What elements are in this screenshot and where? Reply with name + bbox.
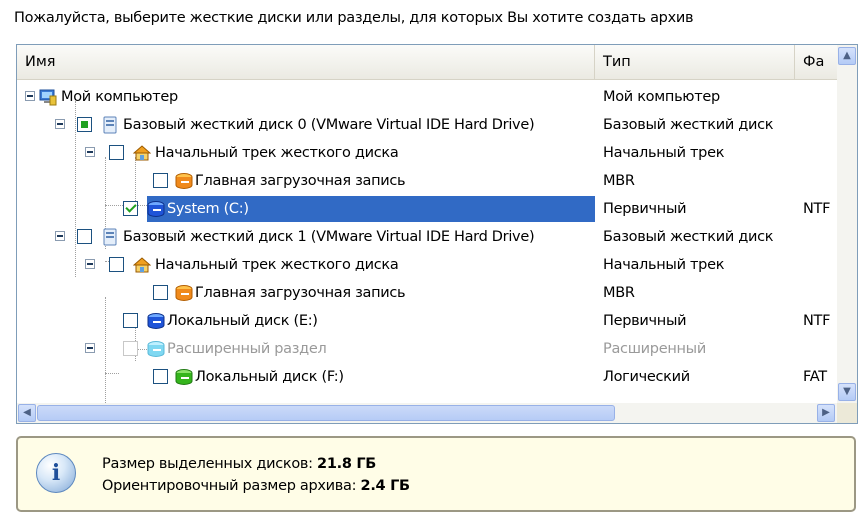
logical-partition-icon: [175, 369, 193, 385]
tree-row[interactable]: Локальный диск (E:) Первичный NTF: [17, 307, 837, 335]
select-checkbox[interactable]: [123, 313, 138, 328]
selected-size-line: Размер выделенных дисков: 21.8 ГБ: [102, 456, 376, 472]
tree-row[interactable]: Мой компьютер Мой компьютер: [17, 83, 837, 111]
tree-row-label: Локальный диск (F:): [195, 369, 344, 385]
select-checkbox[interactable]: [109, 257, 124, 272]
tree-row-type: Логический: [603, 369, 690, 385]
info-icon: i: [36, 453, 76, 493]
tree-row-label: Базовый жесткий диск 1 (VMware Virtual I…: [123, 229, 535, 245]
archive-size-label: Ориентировочный размер архива:: [102, 478, 357, 494]
tree-row-type: Расширенный: [603, 341, 706, 357]
track-icon: [133, 145, 151, 161]
select-checkbox[interactable]: [77, 229, 92, 244]
column-type[interactable]: Тип: [595, 45, 795, 79]
tree-row-label: Мой компьютер: [61, 89, 178, 105]
tree-row-type: Базовый жесткий диск: [603, 117, 774, 133]
mbr-icon: [175, 173, 193, 189]
hard-disk-icon: [103, 116, 117, 134]
hard-disk-icon: [103, 228, 117, 246]
tree-row-label: Начальный трек жесткого диска: [155, 145, 399, 161]
extended-partition-icon: [147, 341, 165, 357]
instruction-text: Пожалуйста, выберите жесткие диски или р…: [14, 10, 694, 26]
scroll-right-icon[interactable]: ▶: [817, 404, 835, 422]
scroll-down-icon[interactable]: ▼: [838, 383, 856, 401]
select-checkbox[interactable]: [123, 201, 138, 216]
tree-row-label: Базовый жесткий диск 0 (VMware Virtual I…: [123, 117, 535, 133]
tree-row-label: Главная загрузочная запись: [195, 285, 406, 301]
tree-row-label: Главная загрузочная запись: [195, 173, 406, 189]
tree-row[interactable]: Базовый жесткий диск 1 (VMware Virtual I…: [17, 223, 837, 251]
mbr-icon: [175, 285, 193, 301]
track-icon: [133, 257, 151, 273]
tree-row-fs: FAT: [803, 369, 827, 385]
select-checkbox: [123, 341, 138, 356]
scroll-up-icon[interactable]: ▲: [838, 47, 856, 65]
selected-size-value: 21.8 ГБ: [317, 456, 377, 472]
tree-row[interactable]: Начальный трек жесткого диска Начальный …: [17, 251, 837, 279]
tree-row[interactable]: Главная загрузочная запись MBR: [17, 279, 837, 307]
selected-size-label: Размер выделенных дисков:: [102, 456, 313, 472]
column-fs[interactable]: Фа: [795, 45, 837, 79]
collapse-toggle[interactable]: [85, 147, 95, 157]
tree-row-label: Локальный диск (E:): [167, 313, 318, 329]
collapse-toggle[interactable]: [55, 119, 65, 129]
tree-row-label: System (C:): [167, 201, 249, 217]
partition-icon: [147, 201, 165, 217]
tree-row[interactable]: Расширенный раздел Расширенный: [17, 335, 837, 363]
tree-row[interactable]: Главная загрузочная запись MBR: [17, 167, 837, 195]
collapse-toggle[interactable]: [55, 231, 65, 241]
archive-size-value: 2.4 ГБ: [360, 478, 411, 494]
computer-icon: [39, 89, 57, 106]
tree-row[interactable]: Базовый жесткий диск 0 (VMware Virtual I…: [17, 111, 837, 139]
tree-row[interactable]: Начальный трек жесткого диска Начальный …: [17, 139, 837, 167]
collapse-toggle[interactable]: [85, 259, 95, 269]
tree-row-type: MBR: [603, 173, 635, 189]
collapse-toggle[interactable]: [25, 91, 35, 101]
tree-row-label: Расширенный раздел: [167, 341, 327, 357]
tree-row-type: Первичный: [603, 201, 687, 217]
disk-tree[interactable]: Имя Тип Фа Мой компьютер Мой компьютер Б…: [16, 44, 858, 424]
horizontal-scrollbar[interactable]: ◀ ▶: [17, 403, 837, 423]
tree-row-type: Первичный: [603, 313, 687, 329]
tree-row[interactable]: System (C:) Первичный NTF: [17, 195, 837, 223]
horizontal-scroll-thumb[interactable]: [37, 405, 615, 421]
tree-row-fs: NTF: [803, 201, 831, 217]
column-header: Имя Тип Фа: [17, 45, 837, 80]
info-panel: i Размер выделенных дисков: 21.8 ГБ Орие…: [16, 436, 856, 512]
tree-row-label: Начальный трек жесткого диска: [155, 257, 399, 273]
vertical-scrollbar[interactable]: ▲ ▼: [837, 45, 857, 403]
tree-row-type: Начальный трек: [603, 145, 725, 161]
collapse-toggle[interactable]: [85, 343, 95, 353]
tree-row[interactable]: Локальный диск (F:) Логический FAT: [17, 363, 837, 391]
tree-row-type: Начальный трек: [603, 257, 725, 273]
select-checkbox[interactable]: [153, 369, 168, 384]
scroll-left-icon[interactable]: ◀: [18, 404, 36, 422]
select-checkbox[interactable]: [153, 285, 168, 300]
tree-row-type: MBR: [603, 285, 635, 301]
tree-row-type: Мой компьютер: [603, 89, 720, 105]
column-name[interactable]: Имя: [17, 45, 595, 79]
scrollbar-corner: [837, 403, 857, 423]
tree-row-type: Базовый жесткий диск: [603, 229, 774, 245]
select-checkbox[interactable]: [109, 145, 124, 160]
tree-row-fs: NTF: [803, 313, 831, 329]
archive-size-line: Ориентировочный размер архива: 2.4 ГБ: [102, 478, 410, 494]
partition-icon: [147, 313, 165, 329]
select-checkbox[interactable]: [77, 117, 92, 132]
select-checkbox[interactable]: [153, 173, 168, 188]
